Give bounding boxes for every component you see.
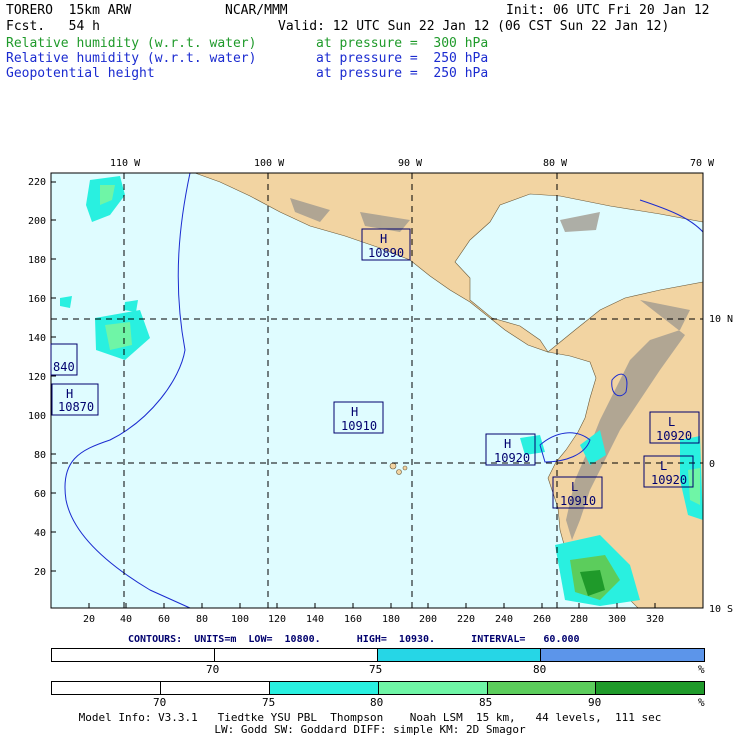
svg-text:H: H — [66, 387, 73, 401]
y-tick: 100 — [28, 411, 46, 422]
y-tick: 200 — [28, 216, 46, 227]
bar2-swatch — [596, 682, 704, 694]
svg-text:10910: 10910 — [560, 494, 596, 508]
y-tick: 120 — [28, 372, 46, 383]
bar2-label-pct: % — [698, 696, 705, 709]
svg-text:10870: 10870 — [58, 400, 94, 414]
svg-text:H: H — [380, 232, 387, 246]
svg-text:10920: 10920 — [656, 429, 692, 443]
svg-text:H: H — [504, 437, 511, 451]
y-tick: 140 — [28, 333, 46, 344]
bar1-label-80: 80 — [533, 663, 547, 676]
lon-label-110w: 110 W — [110, 158, 141, 169]
bar1-swatch — [52, 649, 215, 661]
bar1-label-70: 70 — [206, 663, 220, 676]
svg-text:10920: 10920 — [494, 451, 530, 465]
y-tick: 220 — [28, 177, 46, 188]
lat-label-0: 0 — [709, 459, 715, 470]
y-tick: 160 — [28, 294, 46, 305]
rh250-colorbar — [51, 648, 705, 662]
contour-info: CONTOURS: UNITS=m LOW= 10800. HIGH= 1093… — [128, 634, 580, 645]
x-tick: 20 — [83, 614, 95, 625]
x-tick: 300 — [608, 614, 626, 625]
x-tick: 80 — [196, 614, 208, 625]
bar1-label-75: 75 — [369, 663, 383, 676]
model-physics: LW: Godd SW: Goddard DIFF: simple KM: 2D… — [214, 723, 526, 736]
lon-label-90w: 90 W — [398, 158, 423, 169]
bar1-swatch — [378, 649, 541, 661]
y-tick: 40 — [34, 528, 46, 539]
bar2-swatch — [488, 682, 596, 694]
y-tick: 60 — [34, 489, 46, 500]
bar2-swatch — [52, 682, 161, 694]
x-tick: 160 — [344, 614, 362, 625]
svg-text:L: L — [571, 480, 578, 494]
svg-text:10910: 10910 — [341, 419, 377, 433]
svg-text:10920: 10920 — [651, 473, 687, 487]
rh300-colorbar — [51, 681, 705, 695]
bar1-swatch — [541, 649, 704, 661]
x-tick: 260 — [533, 614, 551, 625]
x-tick: 200 — [419, 614, 437, 625]
bar1-swatch — [215, 649, 378, 661]
x-tick: 280 — [570, 614, 588, 625]
x-tick: 240 — [495, 614, 513, 625]
weather-map[interactable]: 110 W 100 W 90 W 80 W 70 W 10 N 0 10 S 2… — [0, 0, 740, 740]
x-tick: 140 — [306, 614, 324, 625]
bar2-swatch — [161, 682, 270, 694]
x-tick: 100 — [231, 614, 249, 625]
lon-label-100w: 100 W — [254, 158, 285, 169]
y-tick: 20 — [34, 567, 46, 578]
x-tick: 320 — [646, 614, 664, 625]
lon-label-80w: 80 W — [543, 158, 568, 169]
bar1-label-pct: % — [698, 663, 705, 676]
svg-text:H: H — [351, 405, 358, 419]
bar2-label-90: 90 — [588, 696, 602, 709]
lat-label-10s: 10 S — [709, 604, 733, 615]
lat-label-10n: 10 N — [709, 314, 733, 325]
svg-text:10890: 10890 — [368, 246, 404, 260]
lon-label-70w: 70 W — [690, 158, 715, 169]
bar2-swatch — [379, 682, 488, 694]
svg-text:840: 840 — [53, 360, 75, 374]
x-tick: 60 — [158, 614, 170, 625]
svg-text:L: L — [668, 415, 675, 429]
y-tick: 80 — [34, 450, 46, 461]
bar2-label-75: 75 — [262, 696, 276, 709]
x-tick: 120 — [268, 614, 286, 625]
bar2-label-85: 85 — [479, 696, 493, 709]
bar2-label-80: 80 — [370, 696, 384, 709]
x-tick: 40 — [120, 614, 132, 625]
x-tick: 220 — [457, 614, 475, 625]
y-tick: 180 — [28, 255, 46, 266]
bar2-label-70: 70 — [153, 696, 167, 709]
x-tick: 180 — [382, 614, 400, 625]
svg-text:L: L — [660, 459, 667, 473]
bar2-swatch — [270, 682, 379, 694]
